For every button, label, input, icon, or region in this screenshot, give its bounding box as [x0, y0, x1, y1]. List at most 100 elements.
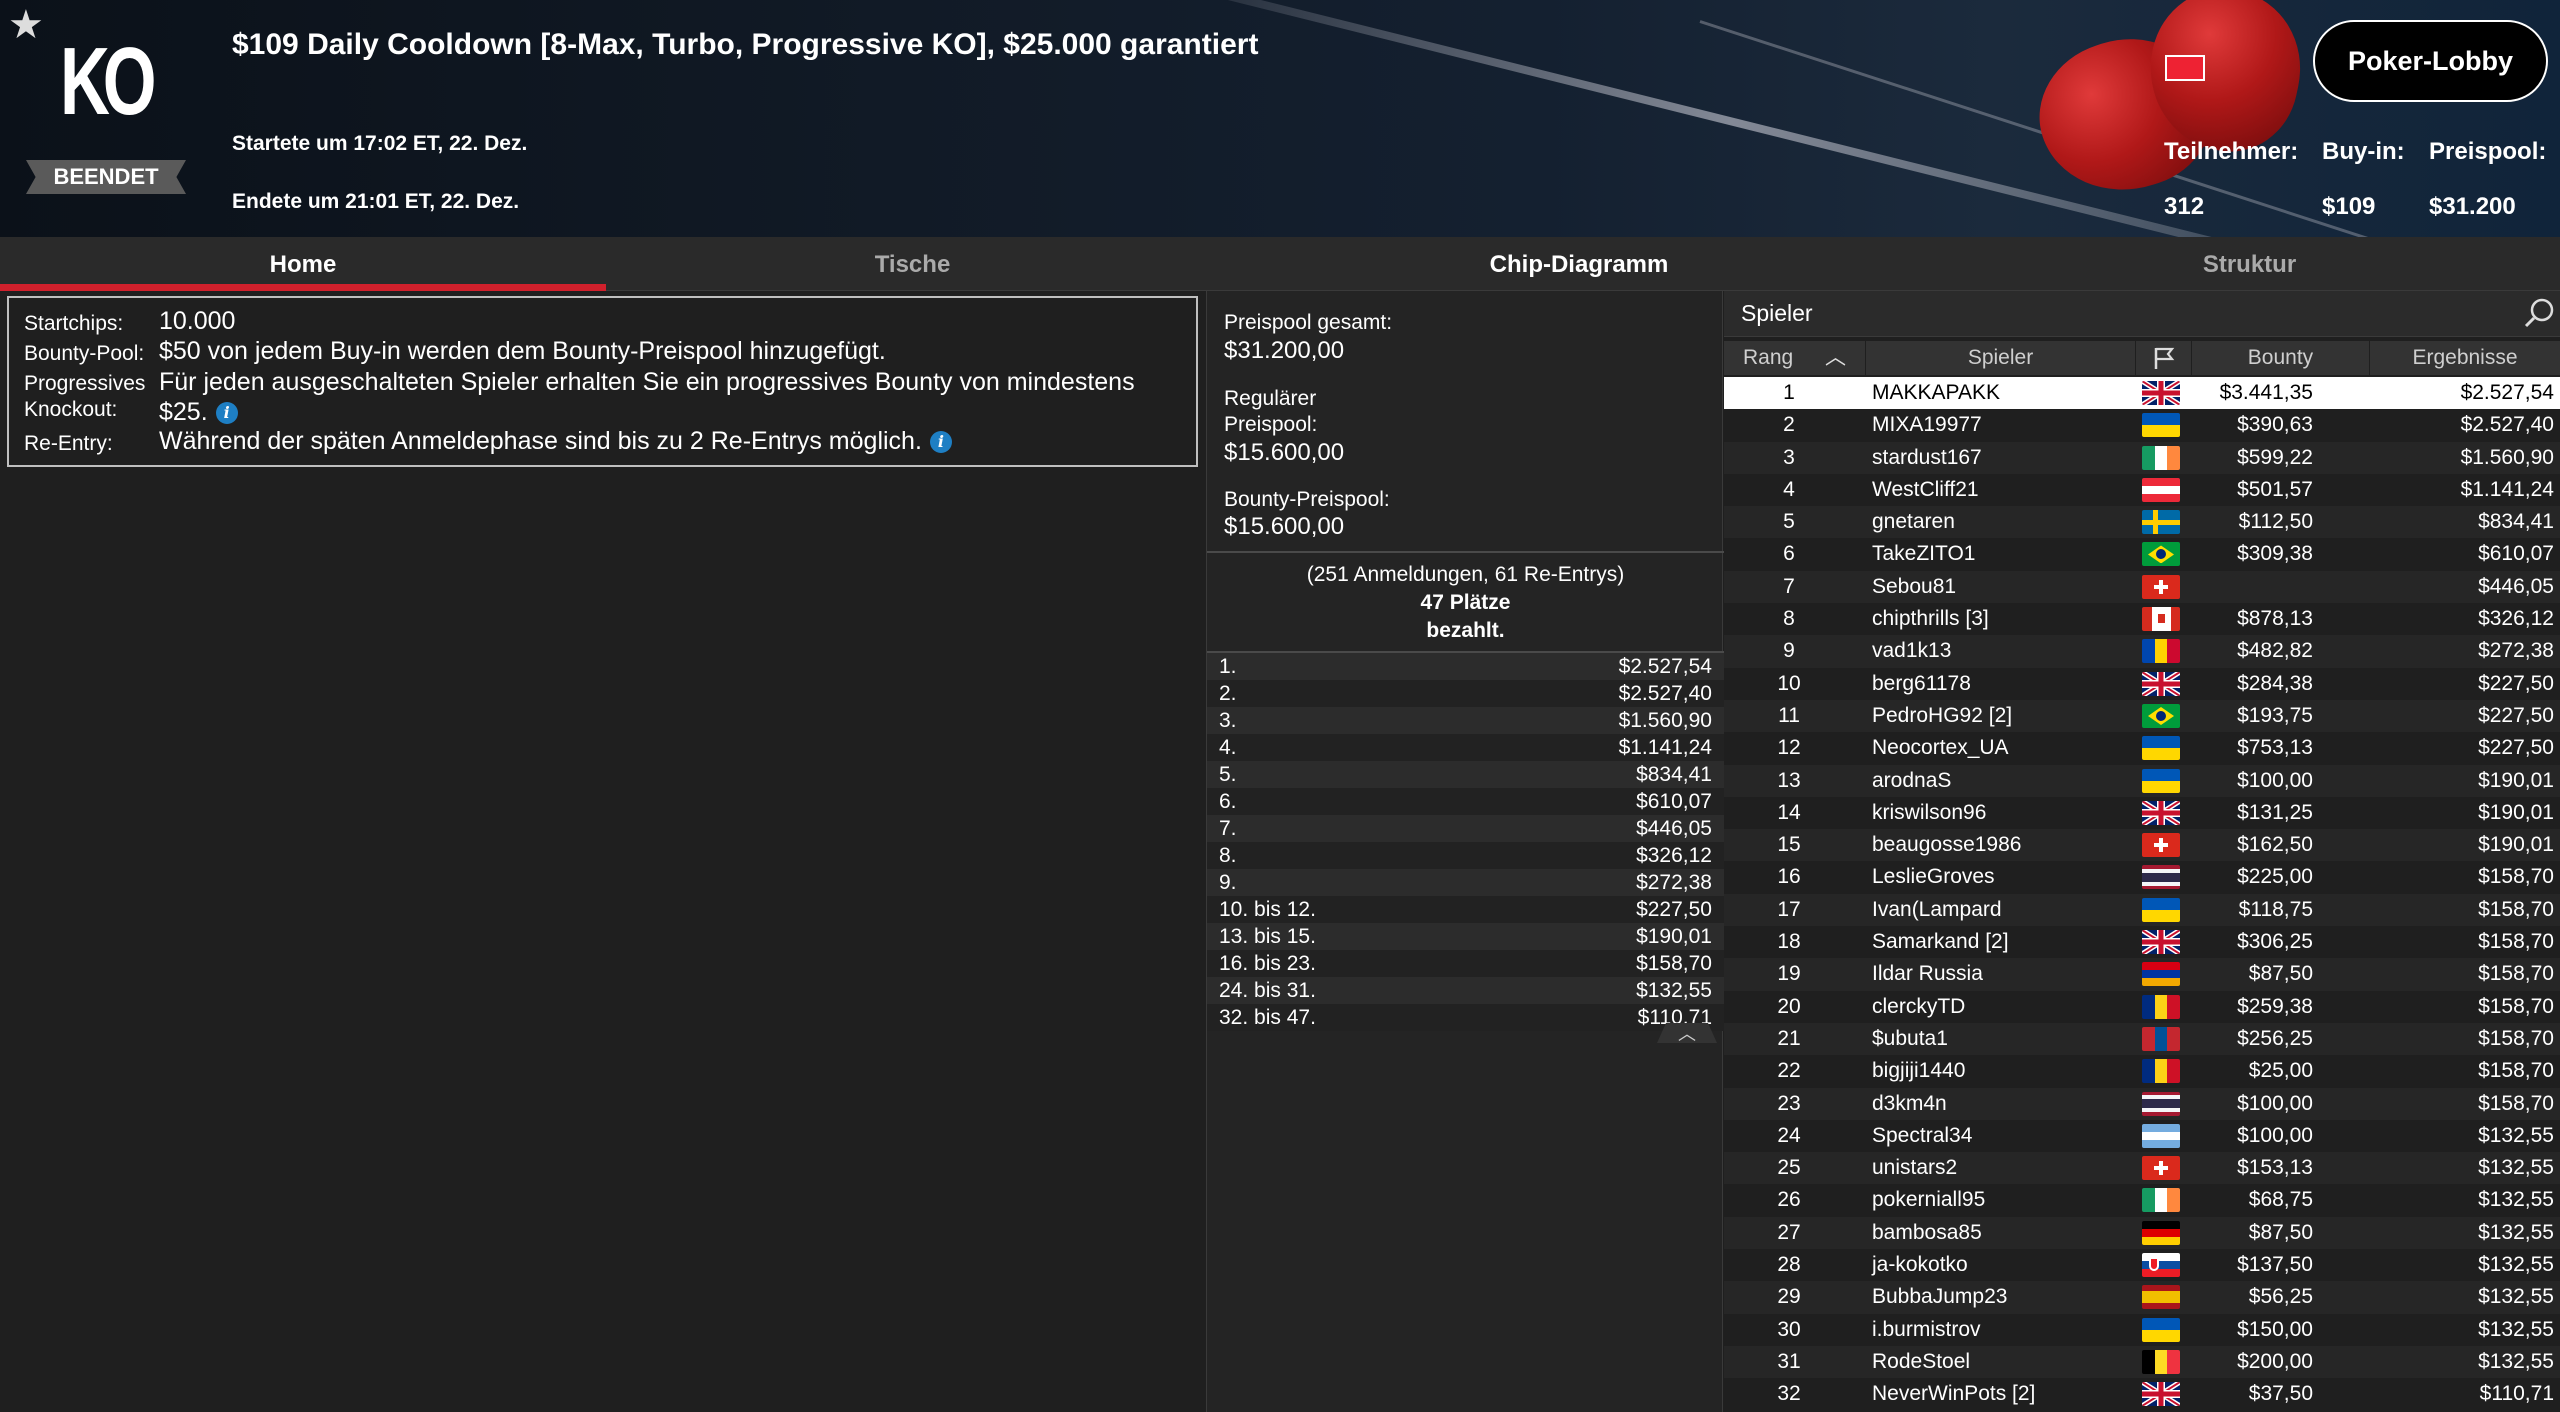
progressive-label: Progressives	[24, 372, 146, 395]
divider	[1207, 551, 1724, 553]
country-flag-icon	[2142, 671, 2180, 696]
table-row[interactable]: 19 Ildar Russia $87,50 $158,70	[1724, 958, 2560, 991]
table-row[interactable]: 17 Ivan(Lampard $118,75 $158,70	[1724, 893, 2560, 927]
table-row[interactable]: 14 kriswilson96 $131,25 $190,01	[1724, 796, 2560, 830]
table-row[interactable]: 18 Samarkand [2] $306,25 $158,70	[1724, 926, 2560, 959]
table-row[interactable]: 25 unistars2 $153,13 $132,55	[1724, 1152, 2560, 1185]
table-row[interactable]: 15 beaugosse1986 $162,50 $190,01	[1724, 829, 2560, 862]
bounty-pool-value: $50 von jedem Buy-in werden dem Bounty-P…	[159, 337, 886, 365]
paid-label: bezahlt.	[1426, 619, 1505, 642]
table-row[interactable]: 28 ja-kokotko $137,50 $132,55	[1724, 1249, 2560, 1282]
column-player[interactable]: Spieler	[1866, 341, 2136, 375]
glove-badge	[2165, 55, 2205, 81]
country-flag-icon	[2142, 1156, 2180, 1181]
player-rank: 26	[1777, 1188, 1801, 1212]
startchips-value: 10.000	[159, 307, 236, 335]
table-row[interactable]: 32 NeverWinPots [2] $37,50 $110,71	[1724, 1378, 2560, 1411]
table-row[interactable]: 6 TakeZITO1 $309,38 $610,07	[1724, 538, 2560, 571]
player-name: MAKKAPAKK	[1872, 381, 2000, 404]
tab-chip-chart[interactable]: Chip-Diagramm	[1219, 237, 1939, 291]
payout-amount: $834,41	[1636, 763, 1712, 786]
end-time: Endete um 21:01 ET, 22. Dez.	[232, 190, 520, 213]
payout-place: 4.	[1219, 736, 1237, 759]
table-row[interactable]: 5 gnetaren $112,50 $834,41	[1724, 506, 2560, 539]
tab-home[interactable]: Home	[0, 237, 606, 291]
tab-tables[interactable]: Tische	[606, 237, 1219, 291]
table-row[interactable]: 20 clerckyTD $259,38 $158,70	[1724, 990, 2560, 1023]
collapse-chevron-icon[interactable]: ︿	[1657, 1023, 1717, 1043]
search-icon[interactable]	[2524, 297, 2556, 329]
country-flag-icon	[2142, 510, 2180, 535]
country-flag-icon	[2142, 1253, 2180, 1277]
player-bounty: $501,57	[2237, 477, 2313, 501]
table-row[interactable]: 8 chipthrills [3] $878,13 $326,12	[1724, 603, 2560, 636]
player-name: i.burmistrov	[1872, 1317, 1981, 1341]
table-row[interactable]: 23 d3km4n $100,00 $158,70	[1724, 1087, 2560, 1120]
player-search-bar[interactable]: Spieler	[1724, 291, 2560, 337]
payout-amount: $158,70	[1636, 952, 1712, 975]
info-icon[interactable]: i	[215, 402, 238, 425]
table-row[interactable]: 2 MIXA19977 $390,63 $2.527,40	[1724, 409, 2560, 442]
payout-place: 13. bis 15.	[1219, 925, 1316, 948]
reentry-value: Während der späten Anmeldephase sind bis…	[159, 427, 952, 456]
column-results[interactable]: Ergebnisse	[2370, 341, 2560, 375]
table-row[interactable]: 27 bambosa85 $87,50 $132,55	[1724, 1216, 2560, 1250]
player-result: $446,05	[2478, 574, 2554, 598]
table-row[interactable]: 9 vad1k13 $482,82 $272,38	[1724, 635, 2560, 668]
total-prizepool-label: Preispool gesamt:	[1224, 311, 1393, 334]
tab-structure[interactable]: Struktur	[1939, 237, 2560, 291]
player-bounty: $162,50	[2237, 833, 2313, 857]
player-result: $190,01	[2478, 800, 2554, 824]
tournament-header: ★ KO BEENDET $109 Daily Cooldown [8-Max,…	[0, 0, 2560, 237]
country-flag-icon	[2142, 768, 2180, 793]
info-icon[interactable]: i	[929, 431, 952, 454]
table-row[interactable]: 21 $ubuta1 $256,25 $158,70	[1724, 1022, 2560, 1056]
player-result: $158,70	[2478, 1091, 2554, 1115]
table-row[interactable]: 12 Neocortex_UA $753,13 $227,50	[1724, 732, 2560, 765]
player-result: $132,55	[2478, 1123, 2554, 1147]
sort-ascending-icon[interactable]: ︿	[1825, 346, 1846, 369]
payout-place: 10. bis 12.	[1219, 898, 1316, 921]
table-row[interactable]: 29 BubbaJump23 $56,25 $132,55	[1724, 1281, 2560, 1314]
table-row[interactable]: 30 i.burmistrov $150,00 $132,55	[1724, 1313, 2560, 1346]
table-row[interactable]: 3 stardust167 $599,22 $1.560,90	[1724, 441, 2560, 474]
player-result: $158,70	[2478, 930, 2554, 954]
table-row[interactable]: 22 bigjiji1440 $25,00 $158,70	[1724, 1055, 2560, 1088]
country-flag-icon	[2142, 703, 2180, 728]
table-row[interactable]: 16 LeslieGroves $225,00 $158,70	[1724, 861, 2560, 894]
country-flag-icon	[2142, 574, 2180, 599]
table-row[interactable]: 24 Spectral34 $100,00 $132,55	[1724, 1119, 2560, 1153]
player-bounty: $193,75	[2237, 703, 2313, 727]
tab-bar: Home Tische Chip-Diagramm Struktur	[0, 237, 2560, 291]
table-header: Rang ︿ Spieler Bounty Ergebnisse	[1724, 341, 2560, 375]
country-flag-icon	[2142, 833, 2180, 858]
player-bounty: $390,63	[2237, 413, 2313, 437]
star-favorite-icon[interactable]: ★	[8, 2, 44, 48]
column-rank[interactable]: Rang ︿	[1724, 341, 1866, 375]
player-rank: 24	[1777, 1123, 1801, 1147]
table-row[interactable]: 7 Sebou81 $446,05	[1724, 570, 2560, 604]
player-name: berg61178	[1872, 671, 1971, 695]
table-row[interactable]: 26 pokerniall95 $68,75 $132,55	[1724, 1184, 2560, 1217]
table-row[interactable]: 31 RodeStoel $200,00 $132,55	[1724, 1345, 2560, 1379]
country-flag-icon	[2142, 1317, 2180, 1342]
table-row[interactable]: 13 arodnaS $100,00 $190,01	[1724, 764, 2560, 797]
player-bounty: $878,13	[2237, 607, 2313, 631]
participants-label: Teilnehmer:	[2164, 138, 2299, 165]
table-row[interactable]: 4 WestCliff21 $501,57 $1.141,24	[1724, 473, 2560, 507]
startchips-label: Startchips:	[24, 312, 124, 335]
poker-lobby-button[interactable]: Poker-Lobby	[2313, 20, 2548, 102]
column-flag[interactable]	[2136, 341, 2192, 375]
payout-amount: $2.527,40	[1618, 682, 1712, 705]
payout-row: 1. $2.527,54	[1207, 653, 1724, 680]
table-row[interactable]: 1 MAKKAPAKK $3.441,35 $2.527,54	[1724, 377, 2560, 410]
player-result: $1.141,24	[2460, 477, 2554, 501]
player-rank: 15	[1777, 833, 1801, 857]
table-row[interactable]: 11 PedroHG92 [2] $193,75 $227,50	[1724, 699, 2560, 733]
player-bounty: $259,38	[2237, 994, 2313, 1018]
player-name: pokerniall95	[1872, 1188, 1986, 1212]
column-bounty[interactable]: Bounty	[2192, 341, 2370, 375]
table-row[interactable]: 10 berg61178 $284,38 $227,50	[1724, 667, 2560, 700]
player-result: $132,55	[2478, 1188, 2554, 1212]
payout-amount: $326,12	[1636, 844, 1712, 867]
